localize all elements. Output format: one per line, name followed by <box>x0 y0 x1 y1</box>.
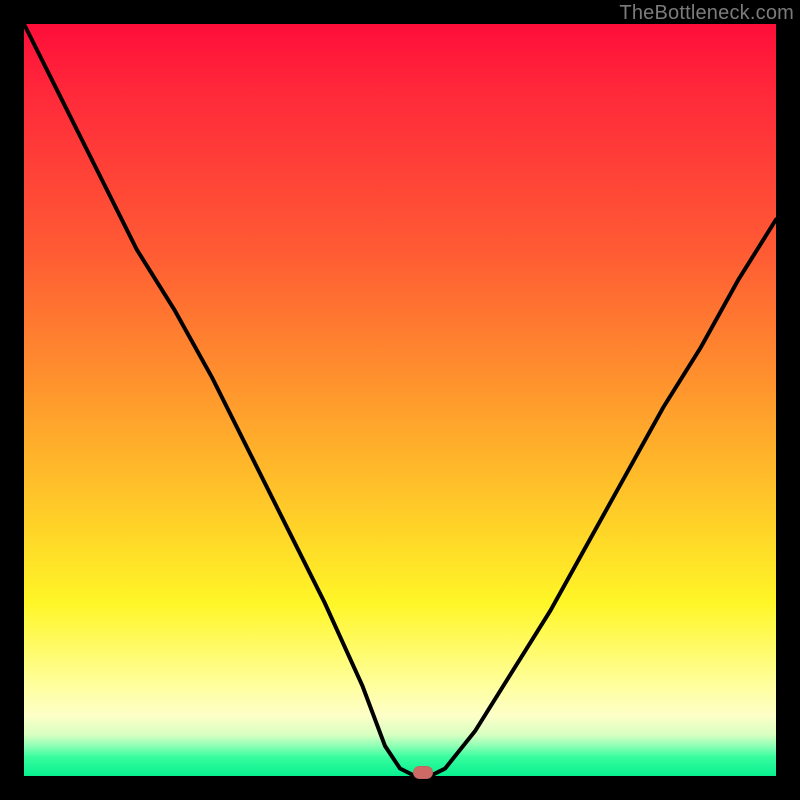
bottleneck-curve <box>24 24 776 776</box>
optimum-marker <box>413 766 433 779</box>
watermark-text: TheBottleneck.com <box>619 2 794 25</box>
plot-area <box>24 24 776 776</box>
chart-frame: TheBottleneck.com <box>0 0 800 800</box>
curve-path <box>24 24 776 776</box>
